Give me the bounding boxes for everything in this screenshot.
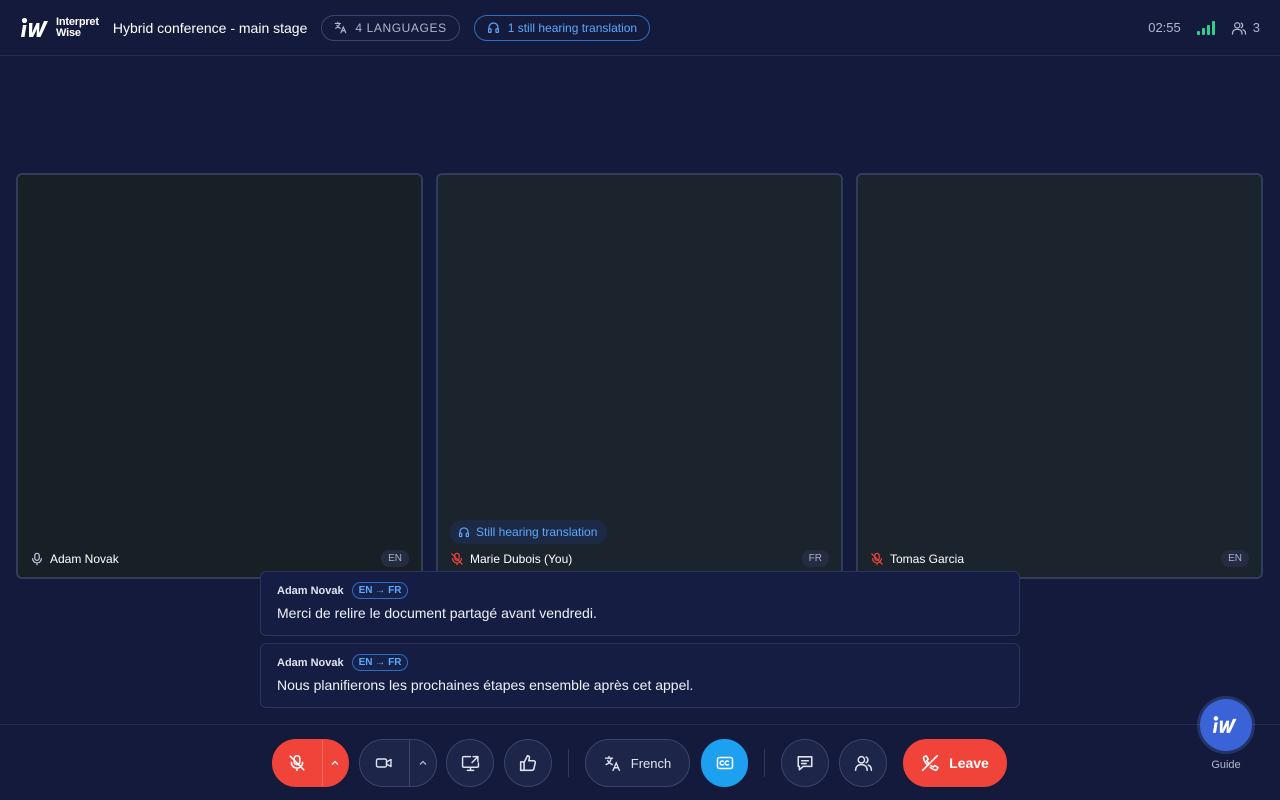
top-bar: Interpret Wise Hybrid conference - main … <box>0 0 1280 56</box>
mic-off-icon <box>451 552 463 565</box>
language-badge: EN <box>381 550 409 567</box>
meeting-timer: 02:55 <box>1148 20 1181 35</box>
video-tile-marie-dubois[interactable]: Still hearing translation Marie Dubois (… <box>436 173 843 579</box>
language-selector-button[interactable]: French <box>585 739 690 787</box>
languages-pill[interactable]: 4 LANGUAGES <box>321 14 460 41</box>
guide-label: Guide <box>1211 759 1241 771</box>
caption-card: Adam Novak EN → FR Merci de relire le do… <box>260 571 1020 636</box>
translation-direction-badge: EN → FR <box>351 582 409 599</box>
captions-toggle-button[interactable] <box>701 739 748 787</box>
interpretwise-logo-icon <box>1212 716 1237 733</box>
camera-toggle-button[interactable] <box>360 740 409 786</box>
leave-call-label: Leave <box>949 755 989 771</box>
people-icon <box>1231 21 1246 35</box>
signal-strength-icon <box>1196 20 1215 35</box>
mic-off-icon <box>289 754 305 772</box>
guide-button[interactable] <box>1200 699 1252 751</box>
hearing-translation-pill-label: 1 still hearing translation <box>507 20 638 35</box>
brand-name-line1: Interpret <box>56 15 99 28</box>
reactions-button[interactable] <box>504 739 552 787</box>
participant-name: Tomas Garcia <box>890 551 965 566</box>
participant-count: 3 <box>1252 20 1260 35</box>
screen-share-icon <box>461 755 479 772</box>
people-icon <box>854 755 872 772</box>
leave-call-button[interactable]: Leave <box>903 739 1007 787</box>
caption-card: Adam Novak EN → FR Nous planifierons les… <box>260 643 1020 708</box>
headphones-icon <box>458 527 470 538</box>
chat-button[interactable] <box>781 739 829 787</box>
caption-header: Adam Novak EN → FR <box>277 582 1003 599</box>
share-screen-button[interactable] <box>446 739 494 787</box>
participants-indicator[interactable]: 3 <box>1231 20 1260 35</box>
tile-footer: Adam Novak EN <box>30 550 409 567</box>
cc-icon <box>716 756 733 770</box>
phone-off-icon <box>922 754 939 772</box>
language-badge: EN <box>1221 550 1249 567</box>
still-hearing-translation-label: Still hearing translation <box>476 525 598 539</box>
app-logo[interactable]: Interpret Wise <box>20 14 99 42</box>
caption-text: Nous planifierons les prochaines étapes … <box>277 677 694 693</box>
translate-icon <box>335 21 347 34</box>
video-tile-adam-novak[interactable]: Adam Novak EN <box>16 173 423 579</box>
video-tile-tomas-garcia[interactable]: Tomas Garcia EN <box>856 173 1263 579</box>
mic-control <box>272 739 349 787</box>
mic-icon <box>32 552 42 565</box>
language-badge: FR <box>801 550 829 567</box>
app-logo-text: Interpret Wise <box>56 15 99 39</box>
chat-icon <box>797 756 813 771</box>
translation-direction-badge: EN → FR <box>351 654 409 671</box>
participant-name: Marie Dubois (You) <box>470 551 573 566</box>
thumbs-up-icon <box>519 754 537 772</box>
mic-off-icon <box>871 552 883 565</box>
mute-toggle-button[interactable] <box>273 740 322 786</box>
participants-button[interactable] <box>839 739 887 787</box>
toolbar-divider <box>764 749 765 777</box>
chevron-up-icon <box>419 760 427 765</box>
interpretwise-logo-icon <box>21 17 48 37</box>
still-hearing-translation-badge: Still hearing translation <box>450 520 608 544</box>
meeting-title: Hybrid conference - main stage <box>112 19 308 36</box>
caption-text: Merci de relire le document partagé avan… <box>277 605 597 621</box>
caption-speaker: Adam Novak <box>277 584 344 597</box>
participant-name: Adam Novak <box>50 551 119 566</box>
tile-footer: Tomas Garcia EN <box>870 550 1249 567</box>
header-status-area: 02:55 3 <box>1148 20 1260 35</box>
caption-header: Adam Novak EN → FR <box>277 654 1003 671</box>
headphones-icon <box>487 22 499 33</box>
hearing-translation-pill[interactable]: 1 still hearing translation <box>473 14 651 41</box>
camera-control <box>359 739 437 787</box>
toolbar-divider <box>568 749 569 777</box>
languages-pill-label: 4 LANGUAGES <box>355 20 447 35</box>
chevron-up-icon <box>331 760 339 765</box>
tile-footer: Marie Dubois (You) FR <box>450 550 829 567</box>
language-selector-label: French <box>630 755 672 771</box>
caption-speaker: Adam Novak <box>277 656 344 669</box>
translate-icon <box>604 755 620 771</box>
camera-icon <box>376 758 393 768</box>
brand-name-line2: Wise <box>56 26 81 39</box>
